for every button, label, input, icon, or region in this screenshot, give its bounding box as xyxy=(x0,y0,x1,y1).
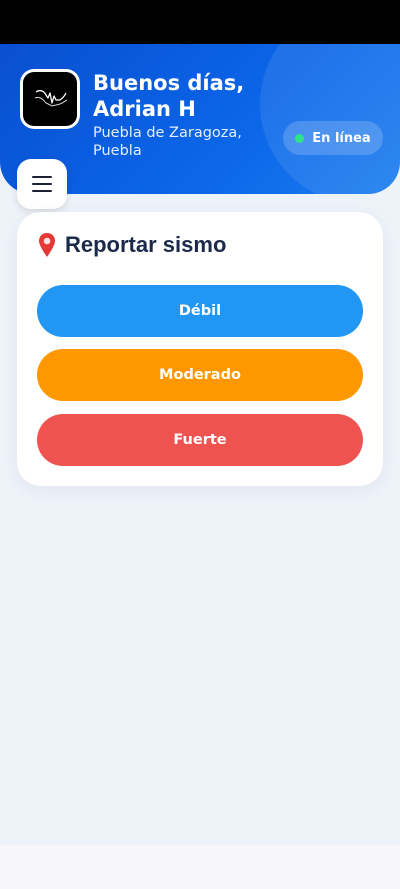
status-bar xyxy=(0,0,400,44)
menu-button[interactable] xyxy=(17,159,67,209)
strong-button[interactable]: Fuerte xyxy=(37,414,363,466)
seismograph-logo-icon xyxy=(23,72,77,126)
online-dot-icon xyxy=(295,133,305,143)
card-title: Reportar sismo xyxy=(37,232,226,258)
hamburger-menu-icon-line xyxy=(32,183,52,185)
online-status-label: En línea xyxy=(312,130,371,146)
bottom-navigation-bar xyxy=(0,845,400,889)
location-text: Puebla de Zaragoza, Puebla xyxy=(93,125,242,159)
greeting-text: Buenos días, Adrian H xyxy=(93,71,245,121)
online-status-badge: En línea xyxy=(283,121,383,155)
hamburger-menu-icon-line xyxy=(32,190,52,192)
pin-icon xyxy=(39,233,55,257)
report-earthquake-card: Reportar sismo Débil Moderado Fuerte xyxy=(17,212,383,486)
weak-button[interactable]: Débil xyxy=(37,285,363,337)
app-logo xyxy=(20,69,80,129)
hamburger-menu-icon xyxy=(32,176,52,178)
card-title-text: Reportar sismo xyxy=(65,232,227,257)
moderate-button[interactable]: Moderado xyxy=(37,349,363,401)
